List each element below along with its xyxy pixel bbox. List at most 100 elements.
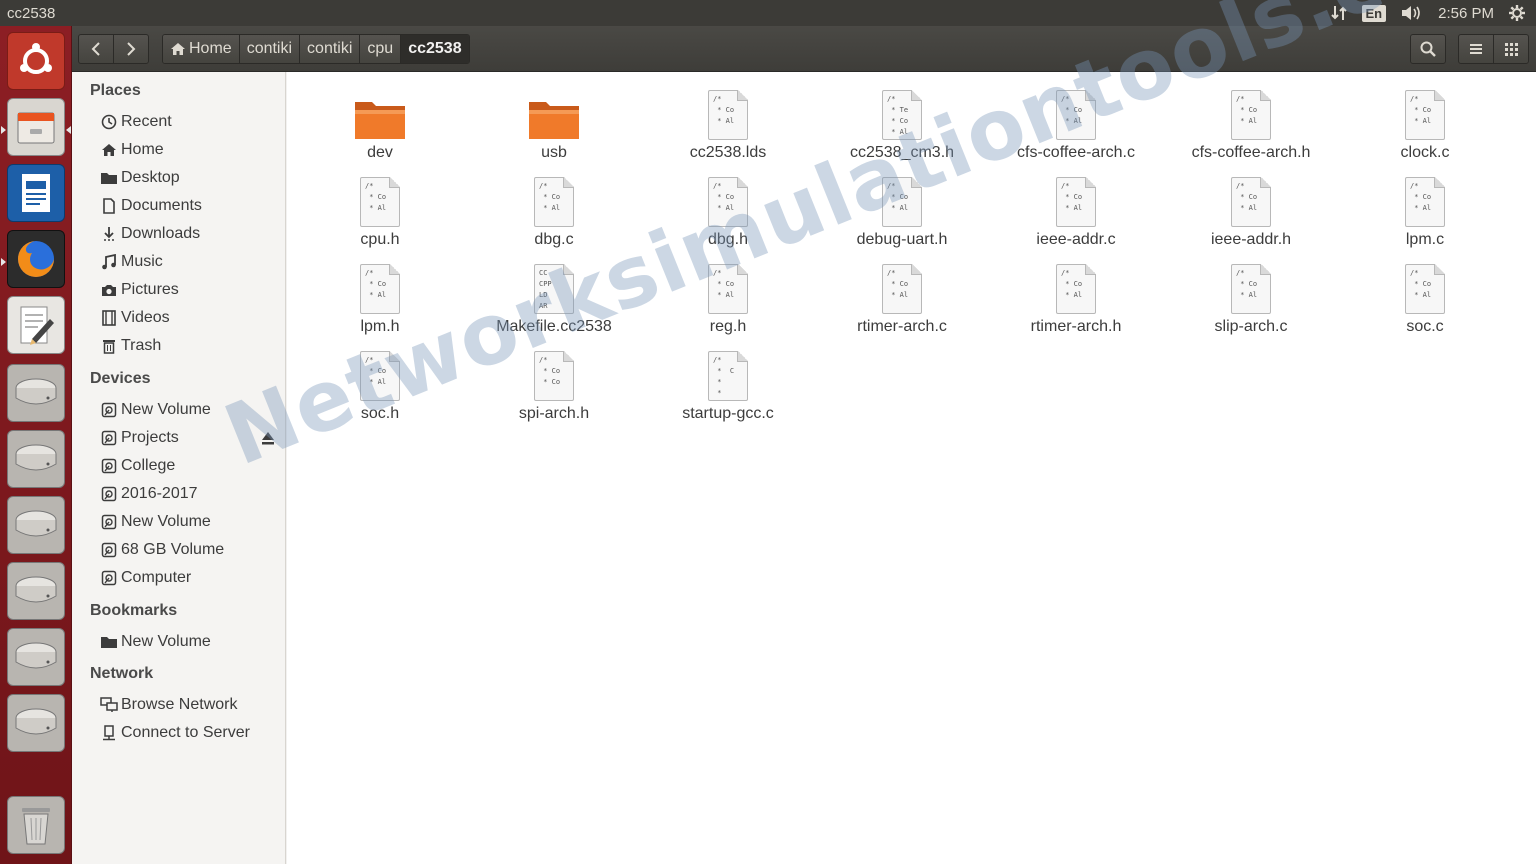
search-icon bbox=[1420, 41, 1436, 57]
drive-launcher-icon[interactable] bbox=[7, 562, 65, 620]
file-item[interactable]: /* * Co * Al reg.h bbox=[648, 258, 808, 336]
sidebar-item-new-volume[interactable]: New Volume bbox=[100, 397, 211, 423]
sidebar-item-bookmark-new-volume[interactable]: New Volume bbox=[100, 629, 211, 655]
download-icon bbox=[100, 225, 118, 243]
sidebar-item-browse-network[interactable]: Browse Network bbox=[100, 692, 237, 718]
sidebar-item-college[interactable]: College bbox=[100, 453, 175, 479]
files-app-icon[interactable] bbox=[7, 98, 65, 156]
camera-icon bbox=[100, 281, 118, 299]
drive-launcher-icon[interactable] bbox=[7, 430, 65, 488]
file-item[interactable]: CC CPP LD AR Makefile.cc2538 bbox=[474, 258, 634, 336]
network-transfer-icon[interactable] bbox=[1330, 4, 1348, 22]
ubuntu-dash-icon[interactable] bbox=[7, 32, 65, 90]
file-item[interactable]: /* * Co * Al soc.c bbox=[1345, 258, 1505, 336]
file-item[interactable]: /* * Co * Al soc.h bbox=[300, 345, 460, 423]
breadcrumb-cc2538[interactable]: cc2538 bbox=[401, 35, 469, 63]
file-item[interactable]: /* * Co * Al cpu.h bbox=[300, 171, 460, 249]
sidebar-item-documents[interactable]: Documents bbox=[100, 193, 202, 219]
file-item[interactable]: /* * Te * Co * Al cc2538_cm3.h bbox=[822, 84, 982, 162]
file-item[interactable]: /* * Co * Co spi-arch.h bbox=[474, 345, 634, 423]
text-file-icon: /* * Co * Al bbox=[354, 345, 406, 401]
file-item[interactable]: /* * C * * startup-gcc.c bbox=[648, 345, 808, 423]
chevron-left-icon bbox=[91, 42, 100, 56]
file-item[interactable]: /* * Co * Al clock.c bbox=[1345, 84, 1505, 162]
server-icon bbox=[100, 724, 118, 742]
breadcrumb-contiki-sub[interactable]: contiki bbox=[300, 35, 361, 63]
breadcrumb: Home contiki contiki cpu cc2538 bbox=[162, 34, 470, 64]
sidebar-item-music[interactable]: Music bbox=[100, 249, 163, 275]
breadcrumb-contiki[interactable]: contiki bbox=[239, 35, 301, 63]
grid-icon bbox=[1505, 43, 1518, 56]
back-button[interactable] bbox=[78, 34, 114, 64]
grid-view-button[interactable] bbox=[1493, 34, 1529, 64]
sidebar-item-computer[interactable]: Computer bbox=[100, 565, 191, 591]
chevron-right-icon bbox=[127, 42, 136, 56]
drive-launcher-icon[interactable] bbox=[7, 364, 65, 422]
keyboard-layout-indicator[interactable]: En bbox=[1361, 4, 1387, 22]
sidebar-item-recent[interactable]: Recent bbox=[100, 109, 172, 135]
trash-launcher-icon[interactable] bbox=[7, 796, 65, 854]
file-item[interactable]: /* * Co * Al cc2538.lds bbox=[648, 84, 808, 162]
music-icon bbox=[100, 253, 118, 271]
clock-text[interactable]: 2:56 PM bbox=[1438, 5, 1494, 22]
file-item[interactable]: /* * Co * Al dbg.h bbox=[648, 171, 808, 249]
sidebar-item-desktop[interactable]: Desktop bbox=[100, 165, 180, 191]
sidebar-item-new-volume-2[interactable]: New Volume bbox=[100, 509, 211, 535]
section-network: Network bbox=[90, 665, 154, 682]
system-tray: En 2:56 PM bbox=[1330, 4, 1536, 22]
text-file-icon: /* * Co * Al bbox=[528, 171, 580, 227]
drive-launcher-icon[interactable] bbox=[7, 628, 65, 686]
file-item[interactable]: dev bbox=[300, 84, 460, 162]
file-item[interactable]: /* * Co * Al dbg.c bbox=[474, 171, 634, 249]
sidebar-item-projects[interactable]: Projects bbox=[100, 425, 179, 451]
file-item[interactable]: /* * Co * Al lpm.h bbox=[300, 258, 460, 336]
breadcrumb-home[interactable]: Home bbox=[163, 35, 240, 63]
firefox-icon[interactable] bbox=[7, 230, 65, 288]
file-item[interactable]: /* * Co * Al ieee-addr.h bbox=[1171, 171, 1331, 249]
drive-icon bbox=[100, 429, 118, 447]
text-file-icon: /* * Co * Al bbox=[1399, 171, 1451, 227]
text-file-icon: /* * Co * Al bbox=[354, 171, 406, 227]
forward-button[interactable] bbox=[113, 34, 149, 64]
search-button[interactable] bbox=[1410, 34, 1446, 64]
file-item[interactable]: /* * Co * Al lpm.c bbox=[1345, 171, 1505, 249]
text-editor-icon[interactable] bbox=[7, 296, 65, 354]
file-item[interactable]: /* * Co * Al debug-uart.h bbox=[822, 171, 982, 249]
text-file-icon: /* * Co * Al bbox=[702, 84, 754, 140]
sidebar-item-pictures[interactable]: Pictures bbox=[100, 277, 179, 303]
settings-gear-icon[interactable] bbox=[1508, 4, 1526, 22]
sidebar-item-downloads[interactable]: Downloads bbox=[100, 221, 200, 247]
file-item[interactable]: /* * Co * Al slip-arch.c bbox=[1171, 258, 1331, 336]
file-view[interactable]: dev usb /* * Co * Al cc2538.lds /* * Te … bbox=[287, 72, 1536, 864]
text-file-icon: /* * Co * Co bbox=[528, 345, 580, 401]
view-options-button[interactable] bbox=[1458, 34, 1494, 64]
drive-icon bbox=[100, 513, 118, 531]
top-panel: cc2538 En 2:56 PM bbox=[0, 0, 1536, 26]
eject-icon[interactable] bbox=[260, 430, 276, 446]
drive-icon bbox=[100, 541, 118, 559]
text-file-icon: /* * Co * Al bbox=[1225, 258, 1277, 314]
trash-icon bbox=[100, 337, 118, 355]
folder-icon bbox=[100, 633, 118, 651]
sidebar-item-connect-to-server[interactable]: Connect to Server bbox=[100, 720, 250, 746]
volume-icon[interactable] bbox=[1400, 4, 1424, 22]
breadcrumb-cpu[interactable]: cpu bbox=[360, 35, 402, 63]
drive-icon bbox=[100, 569, 118, 587]
file-item[interactable]: /* * Co * Al cfs-coffee-arch.h bbox=[1171, 84, 1331, 162]
file-item[interactable]: /* * Co * Al ieee-addr.c bbox=[996, 171, 1156, 249]
document-icon bbox=[100, 197, 118, 215]
libreoffice-writer-icon[interactable] bbox=[7, 164, 65, 222]
file-item[interactable]: usb bbox=[474, 84, 634, 162]
file-item[interactable]: /* * Co * Al cfs-coffee-arch.c bbox=[996, 84, 1156, 162]
sidebar-item-videos[interactable]: Videos bbox=[100, 305, 170, 331]
text-file-icon: /* * Co * Al bbox=[1050, 171, 1102, 227]
drive-launcher-icon[interactable] bbox=[7, 496, 65, 554]
file-item[interactable]: /* * Co * Al rtimer-arch.c bbox=[822, 258, 982, 336]
sidebar-item-home[interactable]: Home bbox=[100, 137, 164, 163]
drive-launcher-icon[interactable] bbox=[7, 694, 65, 752]
sidebar-item-2016-2017[interactable]: 2016-2017 bbox=[100, 481, 198, 507]
sidebar-item-trash[interactable]: Trash bbox=[100, 333, 161, 359]
home-icon bbox=[100, 141, 118, 159]
sidebar-item-68gb-volume[interactable]: 68 GB Volume bbox=[100, 537, 224, 563]
file-item[interactable]: /* * Co * Al rtimer-arch.h bbox=[996, 258, 1156, 336]
